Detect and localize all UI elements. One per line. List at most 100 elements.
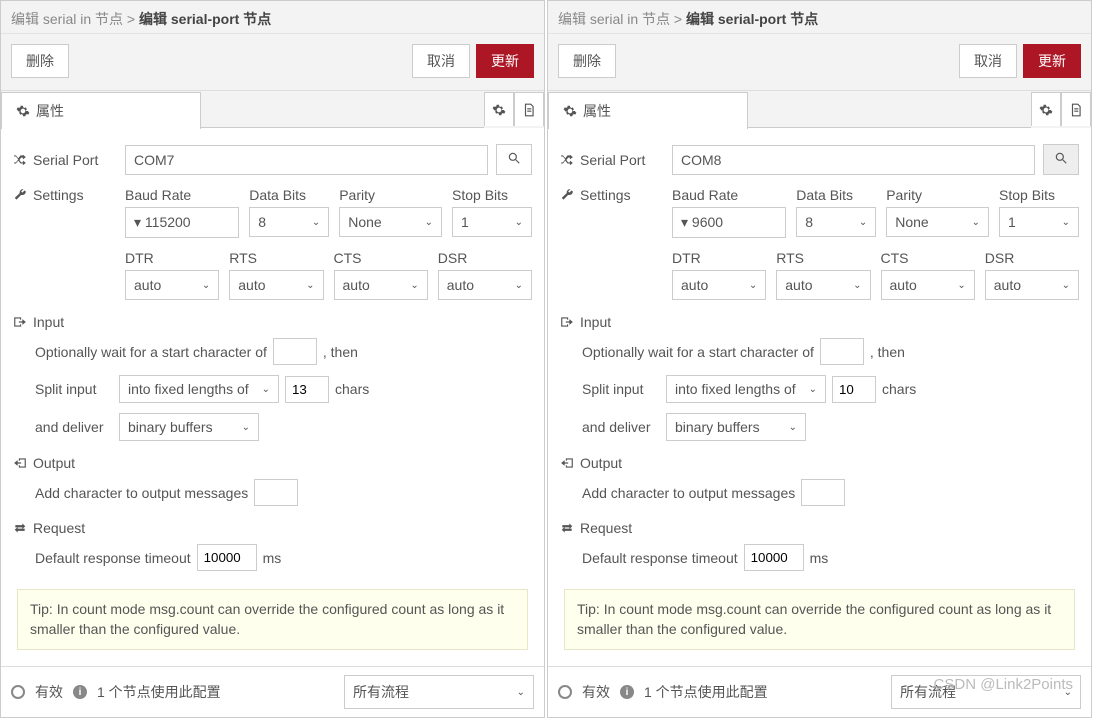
wait-text-b: , then <box>323 344 358 360</box>
dsr-select[interactable]: auto⌄ <box>438 270 532 300</box>
shuffle-icon <box>13 153 27 167</box>
cancel-button[interactable]: 取消 <box>412 44 470 78</box>
document-icon <box>522 103 536 117</box>
cts-select[interactable]: auto⌄ <box>334 270 428 300</box>
stop-bits-select[interactable]: 1⌄ <box>999 207 1079 237</box>
rts-select[interactable]: auto⌄ <box>776 270 870 300</box>
swap-icon <box>13 521 27 535</box>
doc-icon-button[interactable] <box>514 92 544 126</box>
baud-rate-label: Baud Rate <box>672 187 786 203</box>
baud-rate-select[interactable]: ▾ 115200 <box>125 207 239 238</box>
baud-rate-label: Baud Rate <box>125 187 239 203</box>
tab-label: 属性 <box>36 101 64 121</box>
settings-label: Settings <box>13 187 117 203</box>
serial-port-input[interactable] <box>672 145 1035 175</box>
split-count-input[interactable] <box>285 376 329 403</box>
dtr-select[interactable]: auto⌄ <box>125 270 219 300</box>
info-icon: i <box>73 685 87 699</box>
dtr-select[interactable]: auto⌄ <box>672 270 766 300</box>
parity-label: Parity <box>339 187 442 203</box>
doc-icon-button[interactable] <box>1061 92 1091 126</box>
stop-bits-label: Stop Bits <box>452 187 532 203</box>
data-bits-label: Data Bits <box>796 187 876 203</box>
settings-label: Settings <box>560 187 664 203</box>
baud-rate-select[interactable]: ▾ 9600 <box>672 207 786 238</box>
split-count-input[interactable] <box>832 376 876 403</box>
scope-select[interactable]: 所有流程⌄ <box>891 675 1081 709</box>
rts-label: RTS <box>229 250 323 266</box>
gear-icon <box>1039 103 1053 117</box>
gear-icon <box>16 104 30 118</box>
parity-select[interactable]: None⌄ <box>339 207 442 237</box>
split-label: Split input <box>35 381 113 397</box>
tip-box: Tip: In count mode msg.count can overrid… <box>564 589 1075 650</box>
split-mode-select[interactable]: into fixed lengths of⌄ <box>666 375 826 403</box>
request-section-header: Request <box>560 520 1079 536</box>
cancel-button[interactable]: 取消 <box>959 44 1017 78</box>
output-char-input[interactable] <box>801 479 845 506</box>
settings-icon-button[interactable] <box>484 92 514 126</box>
enabled-toggle[interactable] <box>11 685 25 699</box>
breadcrumb-prefix: 编辑 serial in 节点 > <box>11 11 139 27</box>
tab-properties[interactable]: 属性 <box>548 92 748 129</box>
info-icon: i <box>620 685 634 699</box>
dsr-label: DSR <box>985 250 1079 266</box>
serial-port-input[interactable] <box>125 145 488 175</box>
enabled-toggle[interactable] <box>558 685 572 699</box>
parity-select[interactable]: None⌄ <box>886 207 989 237</box>
cts-label: CTS <box>881 250 975 266</box>
update-button[interactable]: 更新 <box>1023 44 1081 78</box>
timeout-input[interactable] <box>744 544 804 571</box>
rts-select[interactable]: auto⌄ <box>229 270 323 300</box>
editor-pane-1: 编辑 serial in 节点 > 编辑 serial-port 节点 删除 取… <box>547 0 1092 718</box>
request-text: Default response timeout <box>582 550 738 566</box>
input-icon <box>13 315 27 329</box>
request-unit: ms <box>263 550 282 566</box>
dsr-label: DSR <box>438 250 532 266</box>
serial-port-label: Serial Port <box>13 152 117 168</box>
search-icon <box>507 151 521 165</box>
wrench-icon <box>560 188 574 202</box>
serial-port-search-button[interactable] <box>1043 144 1079 175</box>
dsr-select[interactable]: auto⌄ <box>985 270 1079 300</box>
tab-properties[interactable]: 属性 <box>1 92 201 129</box>
data-bits-select[interactable]: 8⌄ <box>249 207 329 237</box>
delete-button[interactable]: 删除 <box>11 44 69 78</box>
output-section-header: Output <box>13 455 532 471</box>
data-bits-select[interactable]: 8⌄ <box>796 207 876 237</box>
output-char-input[interactable] <box>254 479 298 506</box>
input-section-header: Input <box>560 314 1079 330</box>
swap-icon <box>560 521 574 535</box>
cts-label: CTS <box>334 250 428 266</box>
start-char-input[interactable] <box>273 338 317 365</box>
input-section-header: Input <box>13 314 532 330</box>
dtr-label: DTR <box>672 250 766 266</box>
deliver-mode-select[interactable]: binary buffers⌄ <box>666 413 806 441</box>
request-unit: ms <box>810 550 829 566</box>
shuffle-icon <box>560 153 574 167</box>
breadcrumb-current: 编辑 serial-port 节点 <box>686 11 818 27</box>
delete-button[interactable]: 删除 <box>558 44 616 78</box>
settings-icon-button[interactable] <box>1031 92 1061 126</box>
stop-bits-label: Stop Bits <box>999 187 1079 203</box>
dtr-label: DTR <box>125 250 219 266</box>
output-section-header: Output <box>560 455 1079 471</box>
serial-port-label: Serial Port <box>560 152 664 168</box>
split-mode-select[interactable]: into fixed lengths of⌄ <box>119 375 279 403</box>
tip-box: Tip: In count mode msg.count can overrid… <box>17 589 528 650</box>
wrench-icon <box>13 188 27 202</box>
serial-port-search-button[interactable] <box>496 144 532 175</box>
search-icon <box>1054 151 1068 165</box>
breadcrumb: 编辑 serial in 节点 > 编辑 serial-port 节点 <box>1 1 544 34</box>
stop-bits-select[interactable]: 1⌄ <box>452 207 532 237</box>
toolbar: 删除 取消 更新 <box>1 34 544 91</box>
cts-select[interactable]: auto⌄ <box>881 270 975 300</box>
deliver-label: and deliver <box>582 419 660 435</box>
wait-text-a: Optionally wait for a start character of <box>582 344 814 360</box>
update-button[interactable]: 更新 <box>476 44 534 78</box>
deliver-mode-select[interactable]: binary buffers⌄ <box>119 413 259 441</box>
wait-text-a: Optionally wait for a start character of <box>35 344 267 360</box>
timeout-input[interactable] <box>197 544 257 571</box>
scope-select[interactable]: 所有流程⌄ <box>344 675 534 709</box>
start-char-input[interactable] <box>820 338 864 365</box>
